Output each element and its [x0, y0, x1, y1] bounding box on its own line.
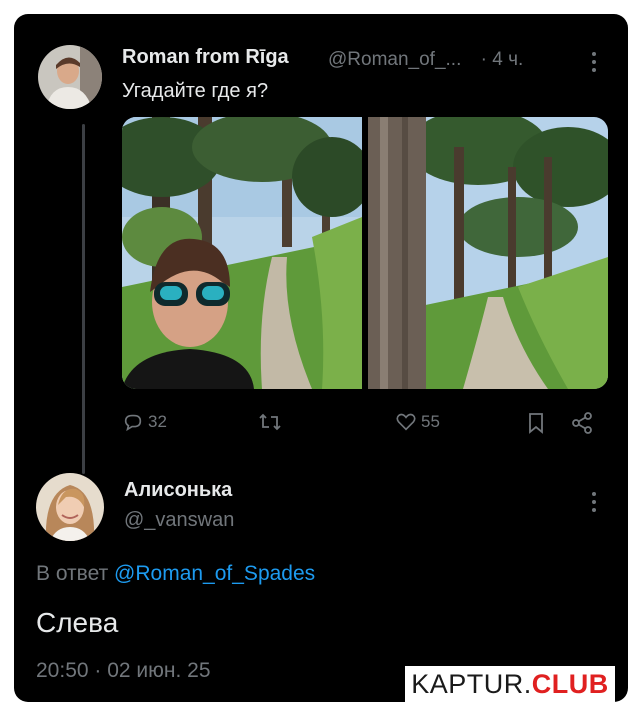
more-vertical-icon[interactable]	[592, 52, 598, 76]
reply-author-handle[interactable]: @_vanswan	[124, 509, 234, 532]
tweet-photo-left[interactable]	[122, 117, 362, 389]
reply-mention-link[interactable]: @Roman_of_Spades	[114, 562, 315, 585]
tweet-time[interactable]: 4 ч.	[492, 49, 523, 70]
reply-author-name[interactable]: Алисонька	[124, 479, 232, 502]
tweet-photo-right[interactable]	[368, 117, 608, 389]
tweet-text: Угадайте где я?	[122, 80, 269, 102]
reply-more-vertical-icon[interactable]	[592, 492, 598, 516]
meta-separator: ·	[480, 49, 487, 70]
watermark-part1: KAPTUR.	[411, 668, 532, 699]
share-icon	[572, 412, 592, 434]
reply-timestamp[interactable]: 20:50 · 02 июн. 25	[36, 659, 211, 683]
like-count: 55	[421, 412, 440, 431]
reply-text: Слева	[36, 607, 119, 638]
reply-author-avatar[interactable]	[36, 473, 104, 541]
author-name[interactable]: Roman from Rīga	[122, 46, 289, 69]
site-watermark: KAPTUR. CLUB	[405, 666, 615, 702]
author-meta: @Roman_of_... · 4 ч.	[328, 49, 523, 71]
author-avatar[interactable]	[38, 45, 102, 109]
like-action[interactable]: 55	[395, 411, 440, 433]
reply-action[interactable]: 32	[122, 411, 167, 433]
bookmark-icon	[529, 413, 543, 434]
tweet-thread-card: Roman from Rīga @Roman_of_... · 4 ч. Уга…	[14, 14, 628, 702]
bookmark-action[interactable]	[526, 411, 546, 435]
comment-icon	[124, 414, 142, 432]
retweet-icon	[259, 413, 281, 431]
reply-prefix-label: В ответ	[36, 562, 109, 585]
watermark-part2: CLUB	[531, 668, 609, 699]
author-handle[interactable]: @Roman_of_...	[328, 49, 461, 70]
share-action[interactable]	[570, 411, 594, 435]
retweet-action[interactable]	[258, 411, 282, 433]
heart-icon	[396, 413, 416, 431]
reply-count: 32	[148, 412, 167, 431]
reply-context: В ответ @Roman_of_Spades	[36, 562, 315, 586]
thread-connector-line	[82, 124, 85, 474]
